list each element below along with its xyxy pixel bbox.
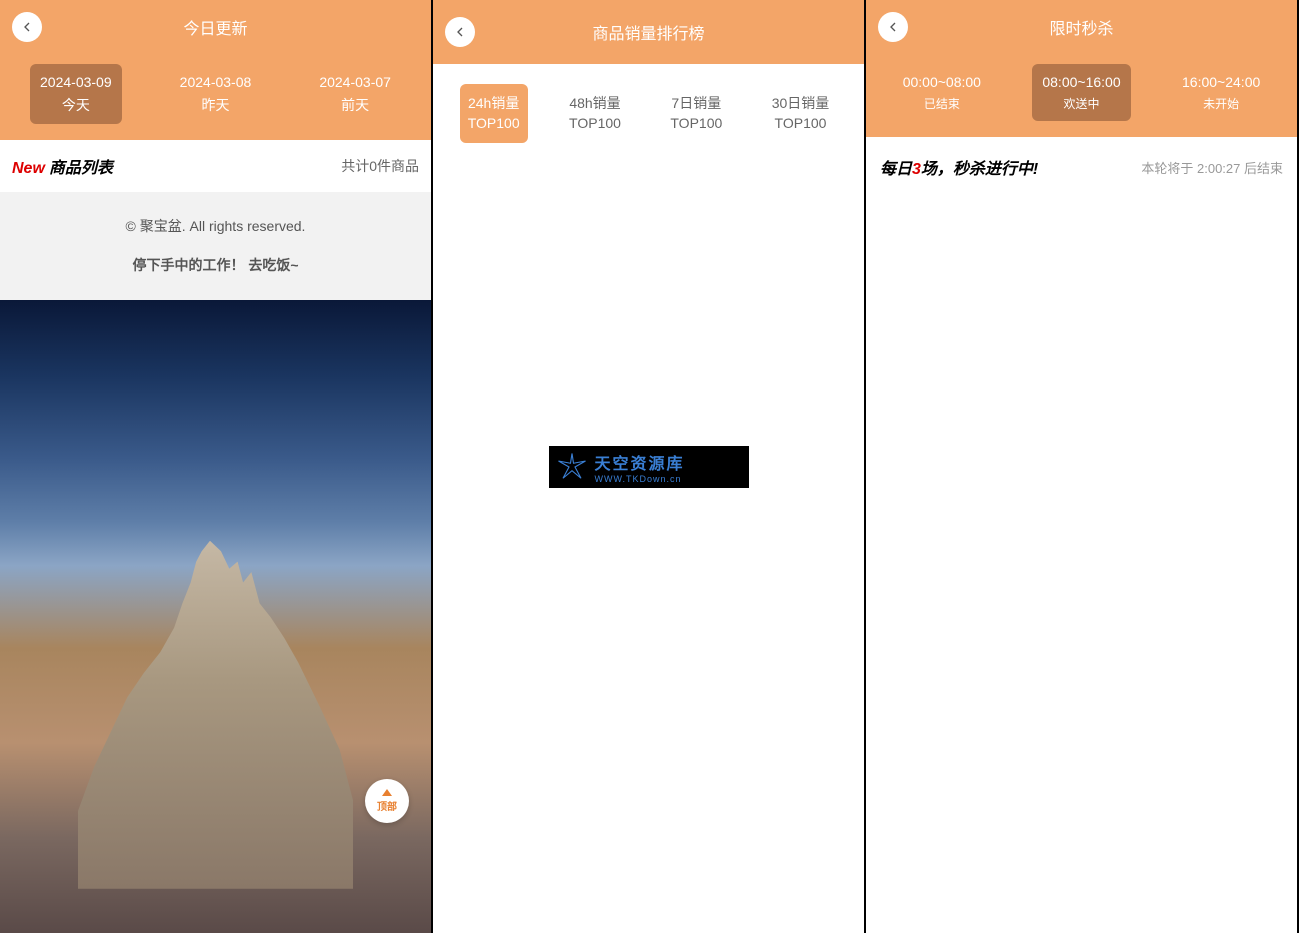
date-tabs: 2024-03-09 今天 2024-03-08 昨天 2024-03-07 前… (0, 54, 431, 140)
rank-tab-line1: 7日销量 (670, 94, 722, 114)
date-tab-yesterday[interactable]: 2024-03-08 昨天 (170, 64, 262, 124)
time-tab-1[interactable]: 08:00~16:00 欢送中 (1032, 64, 1130, 121)
list-header: New商品列表 共计0件商品 (0, 140, 431, 192)
header-top: 商品销量排行榜 (433, 0, 864, 64)
date-tab-label: 今天 (40, 95, 112, 116)
back-button[interactable] (878, 12, 908, 42)
list-title-wrap: New商品列表 (12, 154, 113, 178)
page-title: 商品销量排行榜 (592, 20, 704, 44)
panel-today-update: 今日更新 2024-03-09 今天 2024-03-08 昨天 2024-03… (0, 0, 433, 933)
rock-formation (78, 541, 354, 889)
time-tab-status: 已结束 (903, 95, 981, 113)
panel-flash-sale: 限时秒杀 00:00~08:00 已结束 08:00~16:00 欢送中 16:… (866, 0, 1299, 933)
time-tab-0[interactable]: 00:00~08:00 已结束 (893, 64, 991, 121)
header: 限时秒杀 00:00~08:00 已结束 08:00~16:00 欢送中 16:… (866, 0, 1297, 137)
flash-number: 3 (912, 161, 921, 178)
rank-tab-line2: TOP100 (468, 114, 520, 134)
rank-tab-line1: 24h销量 (468, 94, 520, 114)
rank-tab-24h[interactable]: 24h销量 TOP100 (460, 84, 528, 143)
ranking-tabs: 24h销量 TOP100 48h销量 TOP100 7日销量 TOP100 30… (433, 64, 864, 163)
page-title: 限时秒杀 (1049, 15, 1113, 39)
back-button[interactable] (445, 17, 475, 47)
rank-tab-line2: TOP100 (569, 114, 621, 134)
watermark-logo: 天空资源库 WWW.TKDown.cn (549, 446, 749, 488)
rank-tab-line2: TOP100 (772, 114, 830, 134)
fab-label: 顶部 (377, 798, 397, 813)
item-count: 共计0件商品 (341, 156, 419, 176)
rank-tab-line1: 48h销量 (569, 94, 621, 114)
time-tabs: 00:00~08:00 已结束 08:00~16:00 欢送中 16:00~24… (866, 54, 1297, 137)
arrow-up-icon (382, 789, 392, 796)
background-image: 顶部 (0, 300, 431, 933)
watermark-cn: 天空资源库 (595, 450, 741, 474)
date-tab-date: 2024-03-07 (319, 72, 391, 93)
arrow-left-icon (19, 19, 35, 35)
arrow-left-icon (885, 19, 901, 35)
flash-header: 每日3场，秒杀进行中! 本轮将于 2:00:27 后结束 (866, 137, 1297, 197)
watermark-text: 天空资源库 WWW.TKDown.cn (595, 450, 741, 484)
back-button[interactable] (12, 12, 42, 42)
countdown-timer: 本轮将于 2:00:27 后结束 (1141, 158, 1283, 177)
time-tab-time: 16:00~24:00 (1182, 72, 1260, 93)
date-tab-date: 2024-03-08 (180, 72, 252, 93)
footer-message: 停下手中的工作！ 去吃饭~ (10, 253, 421, 278)
time-tab-status: 欢送中 (1042, 95, 1120, 113)
date-tab-daybefore[interactable]: 2024-03-07 前天 (309, 64, 401, 124)
header-top: 限时秒杀 (866, 0, 1297, 54)
panel-ranking: 商品销量排行榜 24h销量 TOP100 48h销量 TOP100 7日销量 T… (433, 0, 866, 933)
arrow-left-icon (452, 24, 468, 40)
star-icon (557, 452, 587, 482)
date-tab-label: 昨天 (180, 95, 252, 116)
header: 今日更新 2024-03-09 今天 2024-03-08 昨天 2024-03… (0, 0, 431, 140)
header: 商品销量排行榜 (433, 0, 864, 64)
footer: © 聚宝盆. All rights reserved. 停下手中的工作！ 去吃饭… (0, 192, 431, 300)
scroll-top-button[interactable]: 顶部 (365, 779, 409, 823)
time-tab-status: 未开始 (1182, 95, 1260, 113)
rank-tab-48h[interactable]: 48h销量 TOP100 (561, 84, 629, 143)
new-badge: New (12, 160, 45, 177)
copyright-text: © 聚宝盆. All rights reserved. (10, 214, 421, 239)
rank-tab-7d[interactable]: 7日销量 TOP100 (662, 84, 730, 143)
date-tab-label: 前天 (319, 95, 391, 116)
page-title: 今日更新 (183, 15, 247, 39)
rank-tab-line1: 30日销量 (772, 94, 830, 114)
date-tab-today[interactable]: 2024-03-09 今天 (30, 64, 122, 124)
time-tab-time: 08:00~16:00 (1042, 72, 1120, 93)
flash-prefix: 每日 (880, 161, 912, 178)
flash-suffix: 场，秒杀进行中! (921, 161, 1038, 178)
date-tab-date: 2024-03-09 (40, 72, 112, 93)
time-tab-time: 00:00~08:00 (903, 72, 981, 93)
rank-tab-30d[interactable]: 30日销量 TOP100 (764, 84, 838, 143)
header-top: 今日更新 (0, 0, 431, 54)
time-tab-2[interactable]: 16:00~24:00 未开始 (1172, 64, 1270, 121)
watermark-en: WWW.TKDown.cn (595, 474, 741, 484)
flash-title: 每日3场，秒杀进行中! (880, 155, 1038, 179)
rank-tab-line2: TOP100 (670, 114, 722, 134)
list-title: 商品列表 (49, 160, 113, 177)
